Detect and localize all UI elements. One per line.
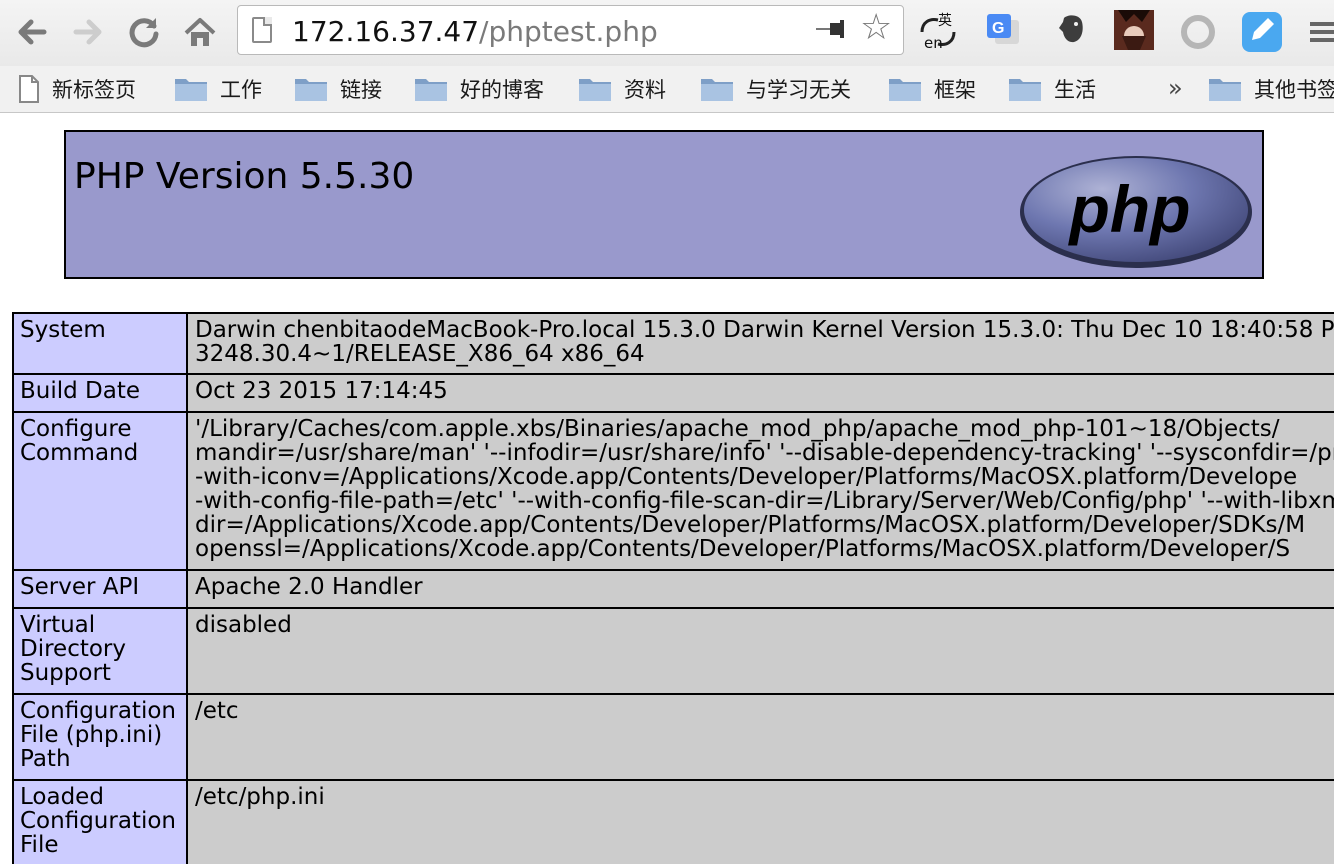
bookmarks-overflow-chevron[interactable]: » bbox=[1168, 74, 1183, 102]
table-row: Configuration File (php.ini) Path /etc bbox=[12, 693, 1334, 781]
back-button[interactable] bbox=[14, 14, 50, 50]
svg-text:英: 英 bbox=[938, 12, 952, 29]
page-icon bbox=[19, 75, 39, 103]
row-value: '/Library/Caches/com.apple.xbs/Binaries/… bbox=[188, 413, 1334, 569]
row-value: Darwin chenbitaodeMacBook-Pro.local 15.3… bbox=[188, 314, 1334, 373]
circle-extension-button[interactable] bbox=[1178, 14, 1218, 54]
php-version-title: PHP Version 5.5.30 bbox=[74, 156, 415, 197]
address-bar[interactable]: 172.16.37.47/phptest.php ☆ bbox=[237, 5, 904, 55]
svg-text:en: en bbox=[924, 34, 943, 52]
bookmark-label: 好的博客 bbox=[460, 78, 544, 102]
folder-icon bbox=[889, 79, 921, 101]
avatar-icon bbox=[1114, 10, 1154, 50]
row-key: System bbox=[14, 314, 188, 373]
bookmark-folder[interactable]: 好的博客 bbox=[414, 72, 544, 106]
row-key: Configure Command bbox=[14, 413, 188, 569]
bookmark-label: 框架 bbox=[934, 78, 976, 102]
bookmark-folder[interactable]: 链接 bbox=[294, 72, 382, 106]
table-row: Server API Apache 2.0 Handler bbox=[12, 569, 1334, 609]
bookmark-label: 其他书签 bbox=[1254, 78, 1334, 102]
row-key: Server API bbox=[14, 571, 188, 607]
row-key: Configuration File (php.ini) Path bbox=[14, 695, 188, 779]
row-key: Build Date bbox=[14, 375, 188, 411]
back-arrow-icon bbox=[18, 19, 47, 45]
row-value: /etc/php.ini bbox=[188, 781, 1334, 864]
bookmark-star-icon[interactable]: ☆ bbox=[860, 8, 892, 48]
bookmark-label: 资料 bbox=[624, 78, 666, 102]
page-content: PHP Version 5.5.30 php System Darwin che… bbox=[0, 113, 1334, 864]
other-bookmarks-folder[interactable]: 其他书签 bbox=[1208, 72, 1334, 106]
row-value: disabled bbox=[188, 609, 1334, 693]
browser-toolbar: 172.16.37.47/phptest.php ☆ 英 en G bbox=[0, 0, 1334, 66]
bookmark-folder[interactable]: 生活 bbox=[1008, 72, 1096, 106]
evernote-button[interactable] bbox=[1050, 10, 1094, 54]
php-logo[interactable]: php bbox=[1018, 154, 1254, 270]
folder-icon bbox=[1209, 79, 1241, 101]
home-icon bbox=[184, 18, 216, 46]
bookmark-label: 新标签页 bbox=[52, 78, 136, 102]
row-value: Oct 23 2015 17:14:45 bbox=[188, 375, 1334, 411]
bookmark-item[interactable]: 新标签页 bbox=[18, 72, 136, 106]
folder-icon bbox=[579, 79, 611, 101]
user-avatar-extension[interactable] bbox=[1112, 10, 1156, 50]
pencil-note-icon bbox=[1242, 12, 1282, 52]
bookmark-label: 生活 bbox=[1054, 78, 1096, 102]
reload-button[interactable] bbox=[126, 14, 162, 50]
table-row: Loaded Configuration File /etc/php.ini bbox=[12, 779, 1334, 864]
bookmark-folder[interactable]: 资料 bbox=[578, 72, 666, 106]
home-button[interactable] bbox=[182, 14, 218, 50]
folder-icon bbox=[701, 79, 733, 101]
forward-button[interactable] bbox=[70, 14, 106, 50]
bookmark-folder[interactable]: 框架 bbox=[888, 72, 976, 106]
table-row: System Darwin chenbitaodeMacBook-Pro.loc… bbox=[12, 312, 1334, 375]
url-path: /phptest.php bbox=[479, 15, 658, 48]
bookmark-label: 与学习无关 bbox=[746, 78, 851, 102]
chrome-menu-button[interactable] bbox=[1300, 14, 1334, 50]
folder-icon bbox=[1009, 79, 1041, 101]
row-key: Virtual Directory Support bbox=[14, 609, 188, 693]
svg-text:php: php bbox=[1068, 172, 1191, 246]
bookmark-label: 链接 bbox=[340, 78, 382, 102]
table-row: Build Date Oct 23 2015 17:14:45 bbox=[12, 373, 1334, 413]
url-host: 172.16.37.47 bbox=[292, 15, 480, 48]
google-translate-button[interactable]: G bbox=[985, 12, 1021, 48]
folder-icon bbox=[175, 79, 207, 101]
folder-icon bbox=[295, 79, 327, 101]
url-text[interactable]: 172.16.37.47/phptest.php bbox=[292, 15, 658, 48]
bookmark-folder[interactable]: 与学习无关 bbox=[700, 72, 851, 106]
folder-icon bbox=[415, 79, 447, 101]
svg-text:G: G bbox=[992, 20, 1004, 37]
google-translate-icon: G bbox=[987, 14, 1019, 44]
row-key: Loaded Configuration File bbox=[14, 781, 188, 864]
php-version-header: PHP Version 5.5.30 php bbox=[64, 130, 1264, 279]
reload-icon bbox=[129, 18, 159, 48]
hamburger-menu-icon bbox=[1310, 22, 1334, 42]
row-value: Apache 2.0 Handler bbox=[188, 571, 1334, 607]
translate-icon: 英 en bbox=[920, 12, 956, 52]
bookmarks-bar: 新标签页 工作 链接 好的博客 资料 与学习无关 框架 生活 » 其他书签 bbox=[0, 66, 1334, 113]
pin-icon[interactable] bbox=[816, 20, 850, 38]
notes-extension-button[interactable] bbox=[1240, 12, 1284, 52]
forward-arrow-icon bbox=[73, 19, 102, 45]
bookmark-folder[interactable]: 工作 bbox=[174, 72, 262, 106]
page-icon bbox=[252, 17, 272, 43]
evernote-elephant-icon bbox=[1059, 15, 1083, 43]
translate-extension-button[interactable]: 英 en bbox=[916, 10, 960, 54]
bookmark-label: 工作 bbox=[220, 78, 262, 102]
row-value: /etc bbox=[188, 695, 1334, 779]
circle-icon bbox=[1181, 15, 1215, 49]
table-row: Virtual Directory Support disabled bbox=[12, 607, 1334, 695]
table-row: Configure Command '/Library/Caches/com.a… bbox=[12, 411, 1334, 571]
